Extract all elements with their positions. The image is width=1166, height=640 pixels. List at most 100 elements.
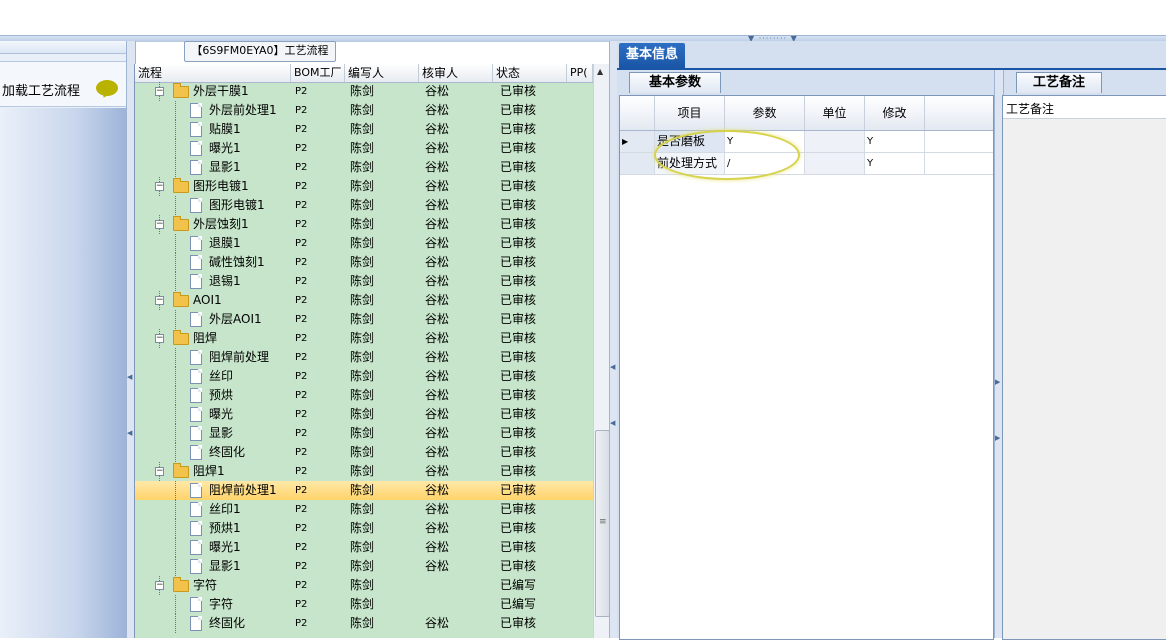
writer: 陈剑 bbox=[350, 597, 375, 611]
collapse-right-icon[interactable]: ◀ bbox=[610, 419, 615, 427]
speech-bubble-icon[interactable] bbox=[96, 80, 118, 96]
reviewer: 谷松 bbox=[425, 255, 450, 269]
collapse-toggle-icon[interactable]: − bbox=[155, 334, 164, 343]
collapse-left-icon[interactable]: ◀ bbox=[127, 429, 132, 437]
tree-node-step[interactable]: 碱性蚀刻1 P2 陈剑 谷松 已审核 bbox=[135, 253, 593, 272]
param-modify[interactable]: Y bbox=[865, 153, 925, 174]
tab-basic-params[interactable]: 基本参数 bbox=[629, 72, 721, 93]
param-unit[interactable] bbox=[805, 131, 865, 152]
status: 已审核 bbox=[500, 274, 537, 288]
left-panel: 加载工艺流程 bbox=[0, 41, 130, 638]
collapse-toggle-icon[interactable]: − bbox=[155, 220, 164, 229]
tree-node-step[interactable]: 图形电镀1 P2 陈剑 谷松 已审核 bbox=[135, 196, 593, 215]
tree-node-step[interactable]: 曝光1 P2 陈剑 谷松 已审核 bbox=[135, 139, 593, 158]
collapse-toggle-icon[interactable]: − bbox=[155, 581, 164, 590]
tree-node-step[interactable]: 曝光 P2 陈剑 谷松 已审核 bbox=[135, 405, 593, 424]
tree-node-step[interactable]: 终固化 P2 陈剑 谷松 已审核 bbox=[135, 443, 593, 462]
bom-factory: P2 bbox=[295, 105, 308, 116]
status: 已审核 bbox=[500, 464, 537, 478]
tree-node-step[interactable]: 外层前处理1 P2 陈剑 谷松 已审核 bbox=[135, 101, 593, 120]
column-header-param[interactable]: 参数 bbox=[725, 96, 805, 130]
process-notes-field[interactable]: 工艺备注 bbox=[1003, 96, 1166, 119]
document-icon bbox=[190, 388, 202, 403]
tree-node-step[interactable]: 显影1 P2 陈剑 谷松 已审核 bbox=[135, 557, 593, 576]
tree-node-group[interactable]: − 阻焊1 P2 陈剑 谷松 已审核 bbox=[135, 462, 593, 481]
bom-factory: P2 bbox=[295, 466, 308, 477]
tree-node-step[interactable]: 预烘1 P2 陈剑 谷松 已审核 bbox=[135, 519, 593, 538]
tree-node-step[interactable]: 显影1 P2 陈剑 谷松 已审核 bbox=[135, 158, 593, 177]
column-header-bom[interactable]: BOM工厂 bbox=[291, 64, 345, 82]
tree-node-group[interactable]: − 外层干膜1 P2 陈剑 谷松 已审核 bbox=[135, 82, 593, 101]
reviewer: 谷松 bbox=[425, 293, 450, 307]
column-header-pp[interactable]: PP( bbox=[567, 64, 593, 82]
tree-node-step[interactable]: 曝光1 P2 陈剑 谷松 已审核 bbox=[135, 538, 593, 557]
collapse-left-icon[interactable]: ◀ bbox=[127, 373, 132, 381]
collapse-toggle-icon[interactable]: − bbox=[155, 467, 164, 476]
tree-node-step[interactable]: 贴膜1 P2 陈剑 谷松 已审核 bbox=[135, 120, 593, 139]
status: 已审核 bbox=[500, 559, 537, 573]
reviewer: 谷松 bbox=[425, 369, 450, 383]
tree-node-step[interactable]: 阻焊前处理1 P2 陈剑 谷松 已审核 bbox=[135, 481, 593, 500]
column-header-modify[interactable]: 修改 bbox=[865, 96, 925, 130]
param-unit[interactable] bbox=[805, 153, 865, 174]
document-icon bbox=[190, 236, 202, 251]
status: 已审核 bbox=[500, 217, 537, 231]
scroll-thumb[interactable]: ≡ bbox=[595, 430, 610, 617]
reviewer: 谷松 bbox=[425, 540, 450, 554]
column-header-flow[interactable]: 流程 bbox=[135, 64, 291, 82]
folder-icon bbox=[173, 178, 189, 193]
node-name: 终固化 bbox=[209, 445, 246, 459]
tree-connector bbox=[175, 158, 176, 177]
collapse-notes-icon[interactable]: ▶ bbox=[995, 434, 1000, 442]
tree-node-step[interactable]: 外层AOI1 P2 陈剑 谷松 已审核 bbox=[135, 310, 593, 329]
status: 已审核 bbox=[500, 369, 537, 383]
highlight-annotation-ellipse bbox=[654, 130, 800, 180]
tree-node-step[interactable]: 退膜1 P2 陈剑 谷松 已审核 bbox=[135, 234, 593, 253]
status: 已审核 bbox=[500, 141, 537, 155]
collapse-toggle-icon[interactable]: − bbox=[155, 182, 164, 191]
tree-node-group[interactable]: − 阻焊 P2 陈剑 谷松 已审核 bbox=[135, 329, 593, 348]
load-flow-button[interactable]: 加载工艺流程 bbox=[0, 61, 127, 107]
node-name: 阻焊前处理1 bbox=[209, 483, 277, 497]
tree-node-group[interactable]: − 图形电镀1 P2 陈剑 谷松 已审核 bbox=[135, 177, 593, 196]
writer: 陈剑 bbox=[350, 103, 375, 117]
tree-node-group[interactable]: − 字符 P2 陈剑 已编写 bbox=[135, 576, 593, 595]
status: 已审核 bbox=[500, 407, 537, 421]
vertical-scrollbar[interactable]: ▲ ≡ bbox=[593, 64, 610, 638]
folder-icon bbox=[173, 216, 189, 231]
column-header-writer[interactable]: 编写人 bbox=[345, 64, 419, 82]
writer: 陈剑 bbox=[350, 578, 375, 592]
collapse-notes-icon[interactable]: ▶ bbox=[995, 378, 1000, 386]
scroll-up-icon[interactable]: ▲ bbox=[597, 67, 603, 76]
tree-node-step[interactable]: 终固化 P2 陈剑 谷松 已审核 bbox=[135, 614, 593, 633]
collapse-toggle-icon[interactable]: − bbox=[155, 87, 164, 96]
writer: 陈剑 bbox=[350, 255, 375, 269]
tree-node-step[interactable]: 退锡1 P2 陈剑 谷松 已审核 bbox=[135, 272, 593, 291]
column-header-unit[interactable]: 单位 bbox=[805, 96, 865, 130]
column-header-item[interactable]: 项目 bbox=[655, 96, 725, 130]
tree-node-step[interactable]: 丝印 P2 陈剑 谷松 已审核 bbox=[135, 367, 593, 386]
column-header-reviewer[interactable]: 核审人 bbox=[419, 64, 493, 82]
node-name: 丝印 bbox=[209, 369, 234, 383]
tree-node-step[interactable]: 阻焊前处理 P2 陈剑 谷松 已审核 bbox=[135, 348, 593, 367]
column-header-status[interactable]: 状态 bbox=[493, 64, 567, 82]
param-modify[interactable]: Y bbox=[865, 131, 925, 152]
tree-node-step[interactable]: 丝印1 P2 陈剑 谷松 已审核 bbox=[135, 500, 593, 519]
tree-node-step[interactable]: 预烘 P2 陈剑 谷松 已审核 bbox=[135, 386, 593, 405]
writer: 陈剑 bbox=[350, 616, 375, 630]
node-name: 图形电镀1 bbox=[193, 179, 249, 193]
document-icon bbox=[190, 103, 202, 118]
reviewer: 谷松 bbox=[425, 179, 450, 193]
tab-process-notes[interactable]: 工艺备注 bbox=[1016, 72, 1102, 93]
tree-node-step[interactable]: 显影 P2 陈剑 谷松 已审核 bbox=[135, 424, 593, 443]
node-name: 曝光1 bbox=[209, 141, 241, 155]
collapse-right-icon[interactable]: ◀ bbox=[610, 363, 615, 371]
collapse-toggle-icon[interactable]: − bbox=[155, 296, 164, 305]
tree-node-group[interactable]: − 外层蚀刻1 P2 陈剑 谷松 已审核 bbox=[135, 215, 593, 234]
tree-node-step[interactable]: 字符 P2 陈剑 已编写 bbox=[135, 595, 593, 614]
tree-node-group[interactable]: − AOI1 P2 陈剑 谷松 已审核 bbox=[135, 291, 593, 310]
node-name: 退膜1 bbox=[209, 236, 241, 250]
writer: 陈剑 bbox=[350, 540, 375, 554]
tab-basic-info[interactable]: 基本信息 bbox=[619, 43, 685, 68]
writer: 陈剑 bbox=[350, 407, 375, 421]
